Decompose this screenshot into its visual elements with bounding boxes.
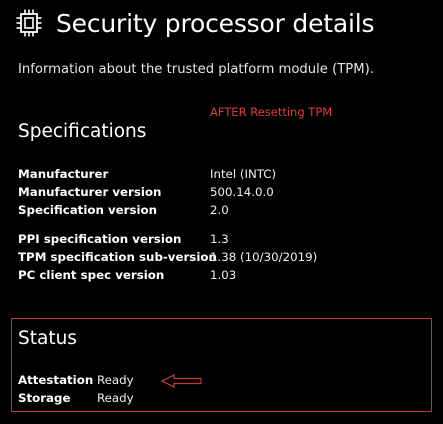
left-arrow-icon	[160, 374, 202, 388]
spec-value: 1.03	[210, 268, 237, 282]
spec-value: 1.38 (10/30/2019)	[210, 250, 318, 264]
spec-value: 2.0	[210, 203, 229, 217]
chip-icon	[16, 9, 42, 37]
specifications-heading: Specifications	[18, 121, 147, 142]
status-heading: Status	[18, 328, 77, 349]
spec-label: Manufacturer version	[18, 185, 162, 199]
spec-label: PPI specification version	[18, 232, 182, 246]
status-value: Ready	[97, 391, 134, 405]
spec-label: PC client spec version	[18, 268, 165, 282]
page-title: Security processor details	[56, 8, 375, 38]
page-subtitle: Information about the trusted platform m…	[18, 62, 374, 77]
page-header: Security processor details	[16, 8, 374, 38]
status-label: Attestation	[18, 373, 94, 387]
status-value: Ready	[97, 373, 134, 387]
spec-label: TPM specification sub-version	[18, 250, 217, 264]
spec-value: 500.14.0.0	[210, 185, 274, 199]
spec-value: Intel (INTC)	[210, 167, 277, 181]
spec-label: Manufacturer	[18, 167, 109, 181]
spec-label: Specification version	[18, 203, 158, 217]
status-label: Storage	[18, 391, 71, 405]
spec-value: 1.3	[210, 232, 229, 246]
annotation-text: AFTER Resetting TPM	[210, 105, 333, 119]
